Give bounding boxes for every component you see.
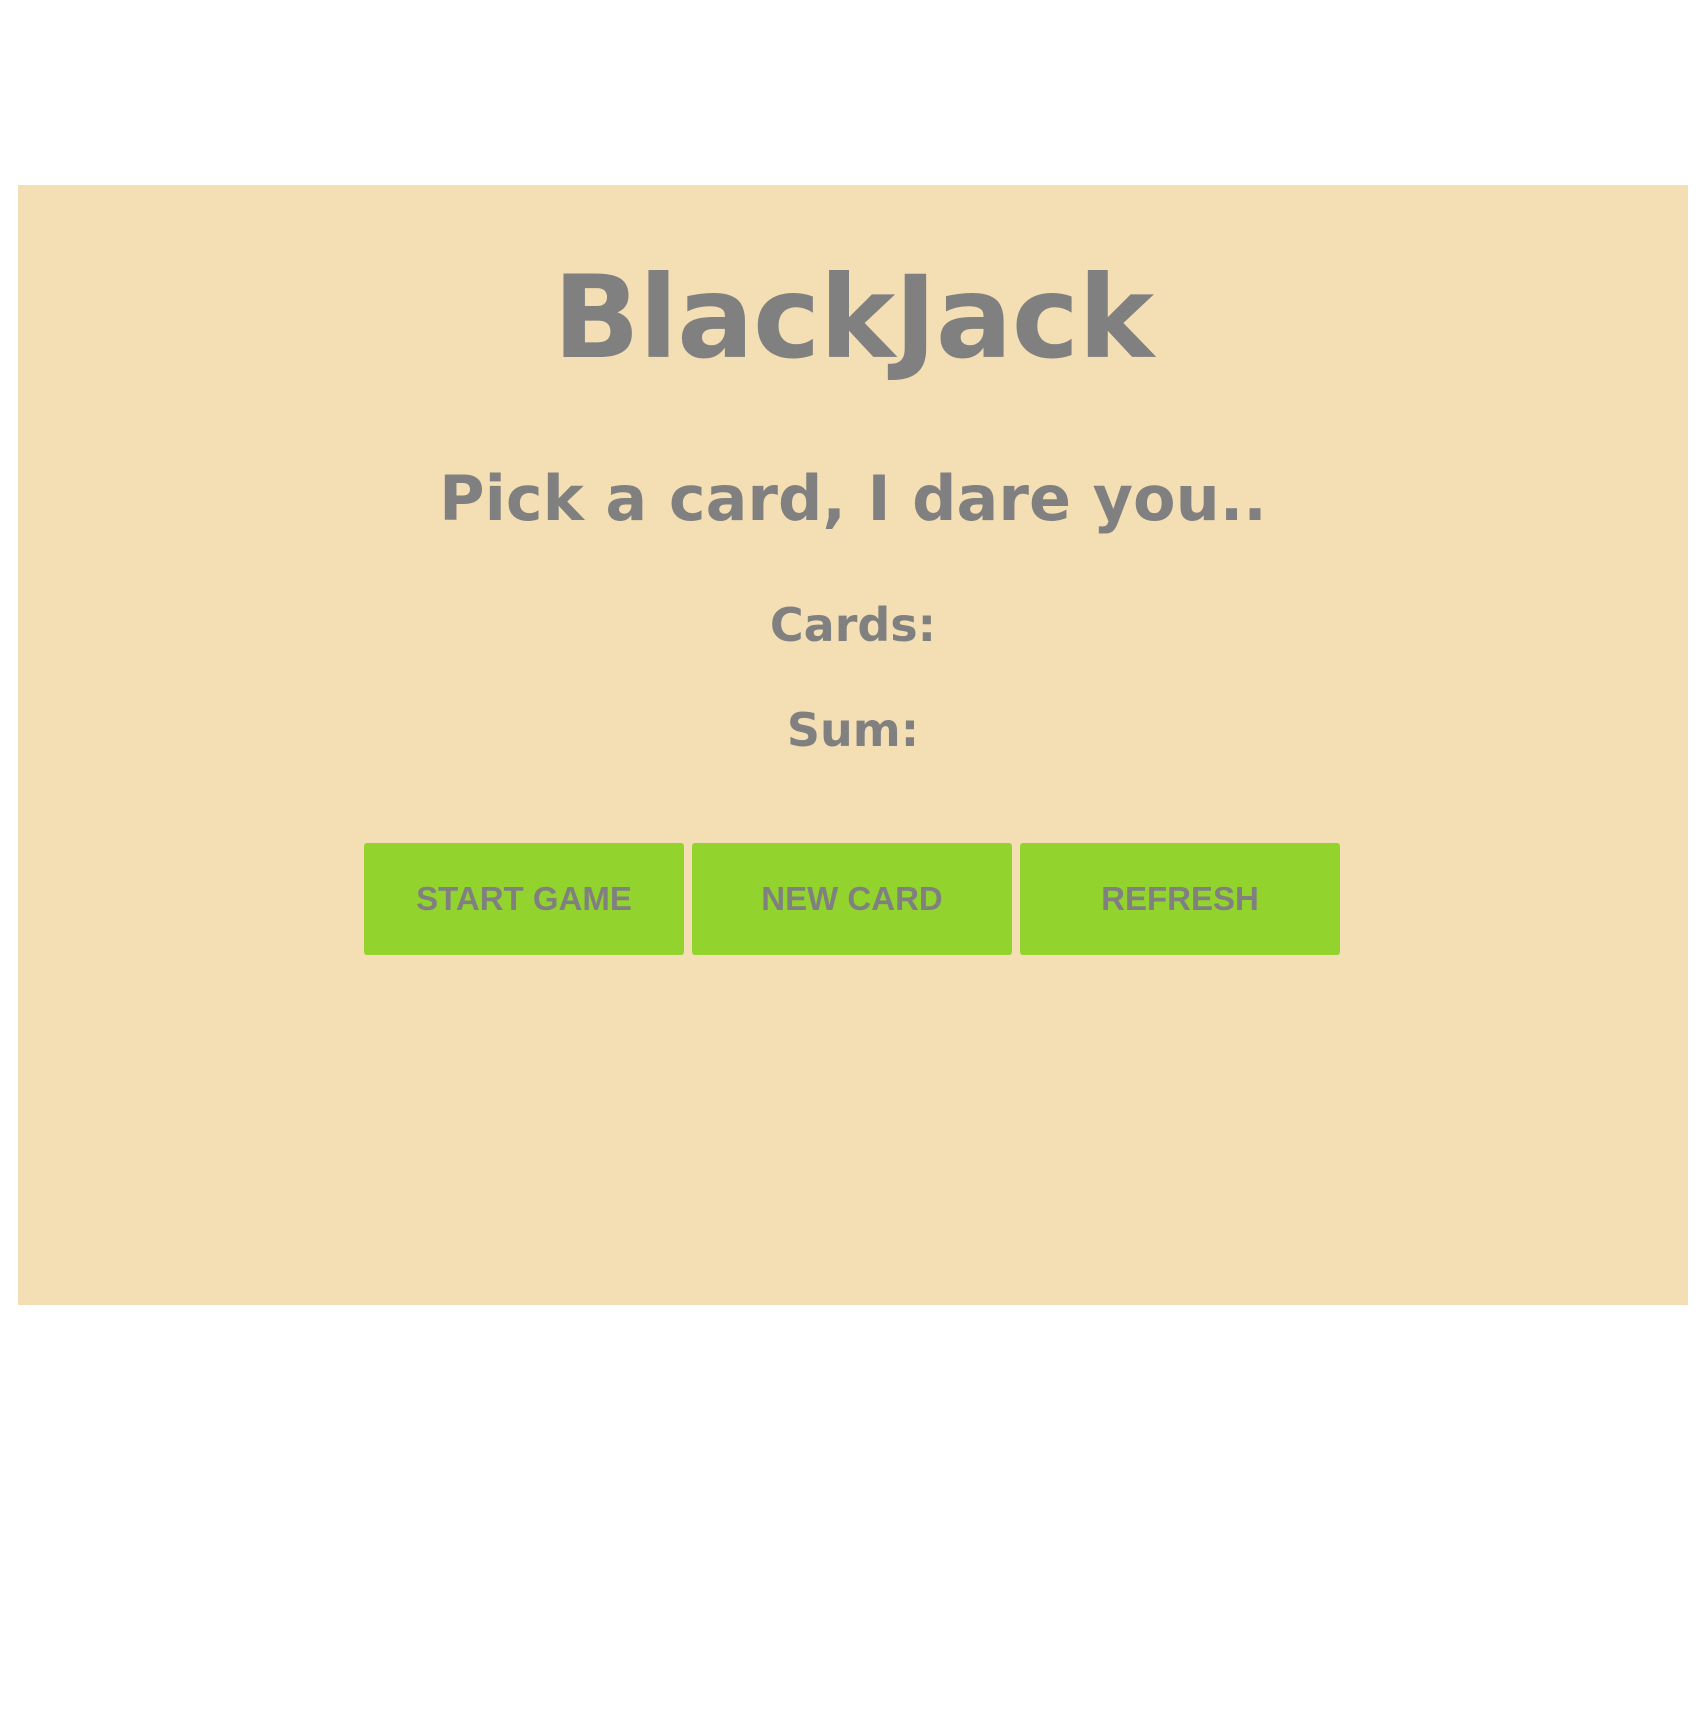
game-message: Pick a card, I dare you.. (439, 462, 1267, 535)
new-card-button[interactable]: NEW CARD (692, 843, 1012, 955)
blackjack-game-panel: BlackJack Pick a card, I dare you.. Card… (18, 185, 1688, 1305)
game-title: BlackJack (552, 251, 1154, 384)
game-controls: START GAME NEW CARD REFRESH (364, 843, 1342, 955)
start-game-button[interactable]: START GAME (364, 843, 684, 955)
sum-display: Sum: (786, 703, 920, 757)
refresh-button[interactable]: REFRESH (1020, 843, 1340, 955)
cards-display: Cards: (769, 598, 937, 652)
